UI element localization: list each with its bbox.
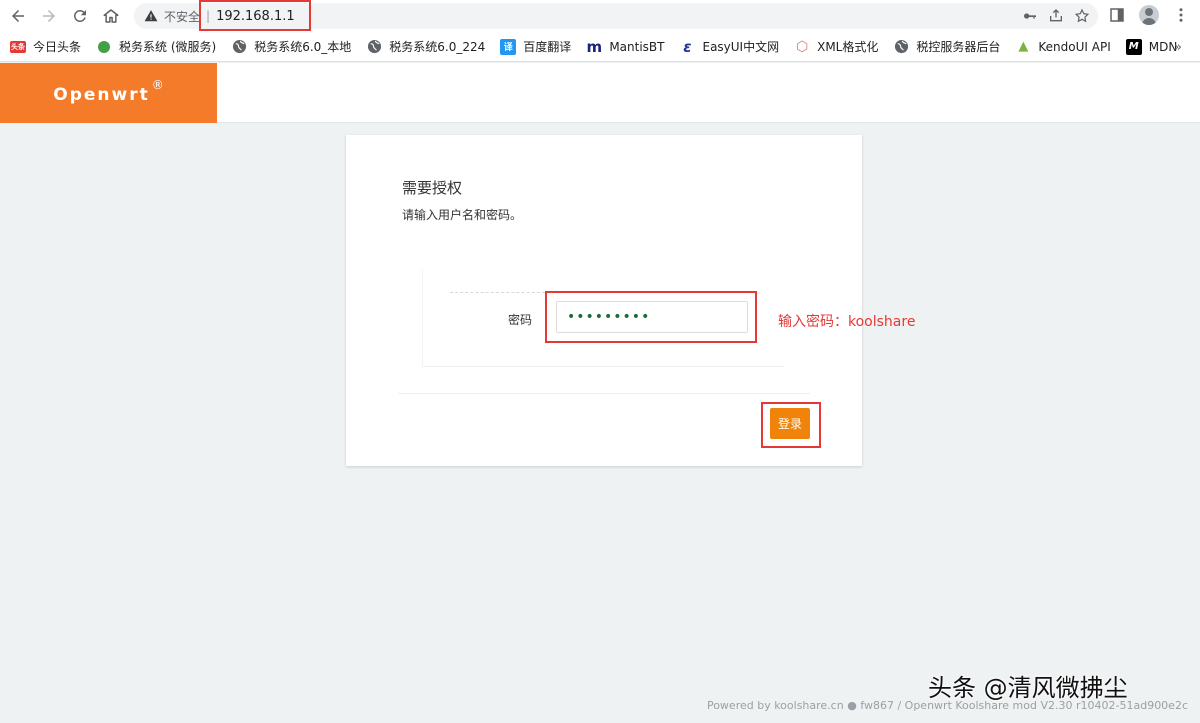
bookmark-easyui[interactable]: ɛ EasyUI中文网 [679,37,780,56]
bookmarks-bar: 头条 今日头条 税务系统 (微服务) 税务系统6.0_本地 税务系统6.0_22… [0,32,1200,62]
toolbar-right [1106,4,1192,26]
watermark: 头条 @清风微拂尘 [928,674,1128,702]
auth-title: 需要授权 [402,179,463,197]
password-field[interactable] [556,301,748,333]
forward-icon[interactable] [36,3,62,29]
bookmark-mdn[interactable]: M MDN [1125,38,1178,55]
fieldset-divider [450,292,550,293]
browser-toolbar: 不安全 | 192.168.1.1 [0,0,1200,32]
mdn-icon: M [1125,38,1142,55]
bookmark-toutiao[interactable]: 头条 今日头条 [10,38,81,55]
bookmark-baidu-translate[interactable]: 译 百度翻译 [500,38,571,55]
side-panel-icon[interactable] [1106,4,1128,26]
bookmark-label: 税务系统6.0_224 [389,40,486,54]
registered-mark: ® [151,78,164,92]
menu-dots-icon[interactable] [1170,4,1192,26]
back-icon[interactable] [5,3,31,29]
bookmark-label: 今日头条 [33,40,82,54]
login-button[interactable]: 登录 [770,408,810,439]
bookmark-tax-server[interactable]: 税控服务器后台 [893,38,1000,55]
bookmark-label: MDN [1148,39,1178,54]
bookmark-label: KendoUI API [1038,39,1111,54]
globe-icon [366,39,382,55]
brand-name: Openwrt [53,85,150,105]
brand-logo[interactable]: Openwrt ® [0,63,217,123]
url-highlight-box [199,0,311,31]
profile-avatar-icon[interactable] [1138,4,1160,26]
bookmark-label: 税控服务器后台 [916,40,1001,54]
bookmark-mantisbt[interactable]: m MantisBT [586,37,665,56]
bookmark-label: 税务系统 (微服务) [119,40,217,54]
login-card: 需要授权 请输入用户名和密码。 密码 登录 [346,135,862,466]
key-icon[interactable] [1022,8,1038,24]
bookmark-xml-format[interactable]: ⬡ XML格式化 [794,38,878,55]
toutiao-icon: 头条 [10,40,26,53]
security-status[interactable]: 不安全 [164,8,200,25]
app-header: Openwrt ® [0,63,1200,123]
green-circle-icon [98,40,111,53]
warning-icon[interactable] [144,9,158,23]
page-footer: Powered by koolshare.cn ● fw867 / Openwr… [706,699,1188,712]
mantis-icon: m [586,37,603,56]
kendo-icon: ▲ [1018,39,1029,54]
bookmark-label: 百度翻译 [523,40,572,54]
bookmark-label: 税务系统6.0_本地 [254,40,352,54]
bookmark-label: EasyUI中文网 [702,40,780,54]
home-icon[interactable] [98,3,124,29]
bookmark-label: MantisBT [609,39,665,54]
globe-icon [893,39,909,55]
bookmark-tax-micro[interactable]: 税务系统 (微服务) [96,38,216,55]
reload-icon[interactable] [67,3,93,29]
bookmark-label: XML格式化 [817,40,879,54]
password-hint-annotation: 输入密码：koolshare [778,314,916,330]
bookmark-tax-local[interactable]: 税务系统6.0_本地 [231,38,351,55]
auth-description: 请输入用户名和密码。 [402,208,523,222]
password-label: 密码 [508,313,533,327]
bookmark-tax-224[interactable]: 税务系统6.0_224 [366,38,485,55]
share-icon[interactable] [1048,8,1064,24]
more-bookmarks-icon[interactable]: » [1174,40,1182,55]
bookmark-kendoui[interactable]: ▲ KendoUI API [1015,39,1110,55]
form-footer-divider [398,393,810,394]
cube-icon: ⬡ [795,38,809,55]
globe-icon [231,39,247,55]
star-icon[interactable] [1074,8,1090,24]
omnibox-actions [1022,3,1098,29]
baidu-translate-icon: 译 [500,38,517,55]
easyui-icon: ɛ [683,37,692,56]
